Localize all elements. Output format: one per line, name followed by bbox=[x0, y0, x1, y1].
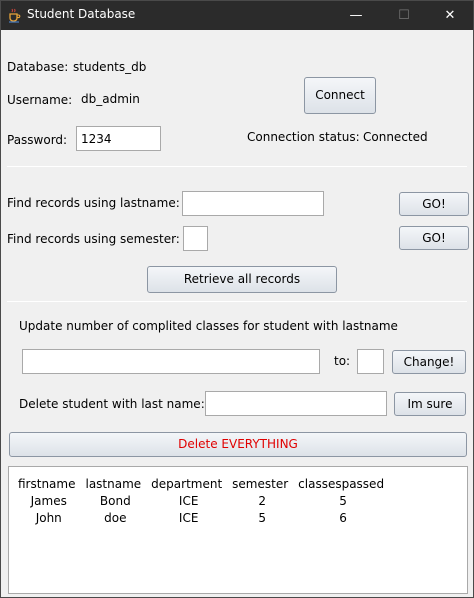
password-input[interactable] bbox=[76, 126, 161, 151]
separator-1 bbox=[7, 166, 467, 167]
update-count-input[interactable] bbox=[357, 349, 384, 374]
maximize-button[interactable]: ☐ bbox=[381, 1, 427, 30]
cell-department: ICE bbox=[178, 493, 199, 508]
username-label: Username: bbox=[7, 93, 73, 107]
results-area[interactable]: firstname lastname department semester c… bbox=[8, 466, 468, 594]
database-value: students_db bbox=[73, 60, 147, 74]
find-by-lastname-label: Find records using lastname: bbox=[7, 196, 180, 210]
cell-semester: 5 bbox=[258, 510, 266, 525]
cell-firstname: James bbox=[30, 493, 67, 508]
close-button[interactable]: ✕ bbox=[427, 1, 473, 30]
cell-semester: 2 bbox=[258, 493, 266, 508]
cell-lastname: Bond bbox=[99, 493, 131, 508]
change-button[interactable]: Change! bbox=[392, 350, 466, 374]
results-header-row: firstname lastname department semester c… bbox=[15, 475, 391, 492]
column-header: department bbox=[151, 476, 223, 491]
go-label: GO! bbox=[422, 197, 446, 211]
cell-lastname: doe bbox=[104, 510, 127, 525]
find-lastname-go-button[interactable]: GO! bbox=[399, 192, 469, 216]
update-lastname-input[interactable] bbox=[22, 349, 320, 374]
connection-status-label: Connection status: bbox=[247, 130, 360, 144]
go-label: GO! bbox=[422, 231, 446, 245]
table-row: John doe ICE 5 6 bbox=[15, 509, 391, 526]
find-by-semester-label: Find records using semester: bbox=[7, 232, 180, 246]
connection-status-value: Connected bbox=[363, 130, 428, 144]
minimize-button[interactable]: — bbox=[333, 1, 379, 30]
confirm-delete-button[interactable]: Im sure bbox=[394, 392, 466, 416]
java-coffee-icon bbox=[9, 8, 21, 23]
change-button-label: Change! bbox=[403, 355, 455, 369]
delete-lastname-input[interactable] bbox=[205, 391, 387, 416]
column-header: lastname bbox=[85, 476, 142, 491]
main-panel: Database: students_db Username: db_admin… bbox=[1, 30, 473, 597]
find-lastname-input[interactable] bbox=[182, 191, 324, 216]
separator-2 bbox=[7, 301, 467, 302]
delete-student-label: Delete student with last name: bbox=[19, 397, 205, 411]
update-to-label: to: bbox=[334, 354, 351, 368]
cell-department: ICE bbox=[178, 510, 199, 525]
column-header: semester bbox=[232, 476, 289, 491]
column-header: firstname bbox=[18, 476, 76, 491]
connect-button[interactable]: Connect bbox=[304, 77, 376, 114]
password-label: Password: bbox=[7, 133, 68, 147]
cell-classespassed: 6 bbox=[339, 510, 347, 525]
confirm-delete-label: Im sure bbox=[407, 397, 453, 411]
connect-button-label: Connect bbox=[315, 88, 365, 102]
title-bar[interactable]: Student Database — ☐ ✕ bbox=[1, 1, 473, 30]
column-header: classespassed bbox=[298, 476, 385, 491]
cell-firstname: John bbox=[35, 510, 62, 525]
find-semester-input[interactable] bbox=[183, 226, 208, 251]
update-classes-title: Update number of complited classes for s… bbox=[19, 319, 398, 333]
delete-everything-label: Delete EVERYTHING bbox=[178, 437, 298, 451]
window-title: Student Database bbox=[27, 7, 136, 21]
results-table: firstname lastname department semester c… bbox=[15, 475, 391, 526]
table-row: James Bond ICE 2 5 bbox=[15, 492, 391, 509]
username-value: db_admin bbox=[81, 92, 140, 106]
find-semester-go-button[interactable]: GO! bbox=[399, 226, 469, 250]
retrieve-all-button[interactable]: Retrieve all records bbox=[147, 266, 337, 293]
cell-classespassed: 5 bbox=[339, 493, 347, 508]
retrieve-all-label: Retrieve all records bbox=[183, 272, 301, 286]
app-window: Student Database — ☐ ✕ Database: student… bbox=[0, 0, 474, 598]
delete-everything-button[interactable]: Delete EVERYTHING bbox=[9, 432, 467, 457]
database-label: Database: bbox=[7, 60, 69, 74]
